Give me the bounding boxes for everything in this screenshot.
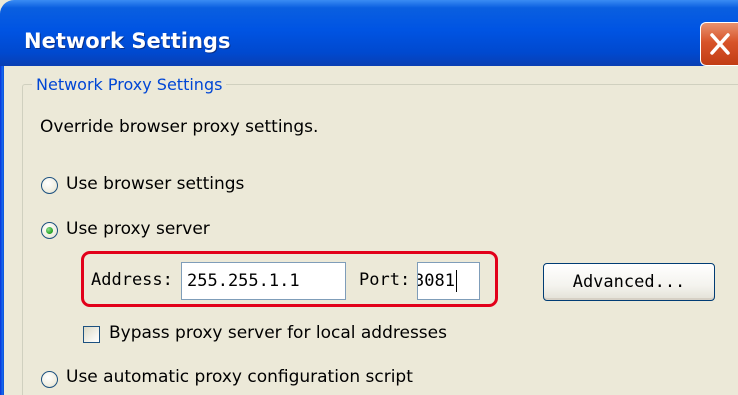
port-label: Port: (359, 270, 411, 290)
network-settings-dialog: Network Settings Network Proxy Settings … (0, 0, 738, 395)
port-input[interactable]: 3081 (417, 262, 480, 300)
port-value: 3081 (417, 271, 455, 291)
address-input[interactable]: 255.255.1.1 (181, 262, 346, 300)
address-label: Address: (91, 270, 173, 290)
title-bar[interactable]: Network Settings (0, 0, 738, 66)
close-button[interactable] (700, 22, 738, 66)
text-caret (455, 270, 457, 292)
use-proxy-server-radio[interactable] (41, 222, 58, 239)
use-proxy-server-label[interactable]: Use proxy server (66, 219, 210, 239)
address-value: 255.255.1.1 (187, 271, 300, 291)
bypass-local-label[interactable]: Bypass proxy server for local addresses (109, 323, 447, 343)
radio-selected-dot (46, 227, 53, 234)
use-browser-settings-label[interactable]: Use browser settings (66, 174, 244, 194)
use-browser-settings-radio[interactable] (41, 177, 58, 194)
window-border (0, 66, 4, 395)
group-legend: Network Proxy Settings (32, 75, 227, 94)
use-auto-script-radio[interactable] (41, 371, 58, 388)
bypass-local-checkbox[interactable] (83, 326, 100, 343)
override-description: Override browser proxy settings. (40, 117, 319, 137)
use-auto-script-label[interactable]: Use automatic proxy configuration script (66, 367, 413, 387)
close-icon (710, 33, 730, 55)
advanced-button[interactable]: Advanced... (543, 263, 715, 301)
window-title: Network Settings (24, 29, 231, 53)
